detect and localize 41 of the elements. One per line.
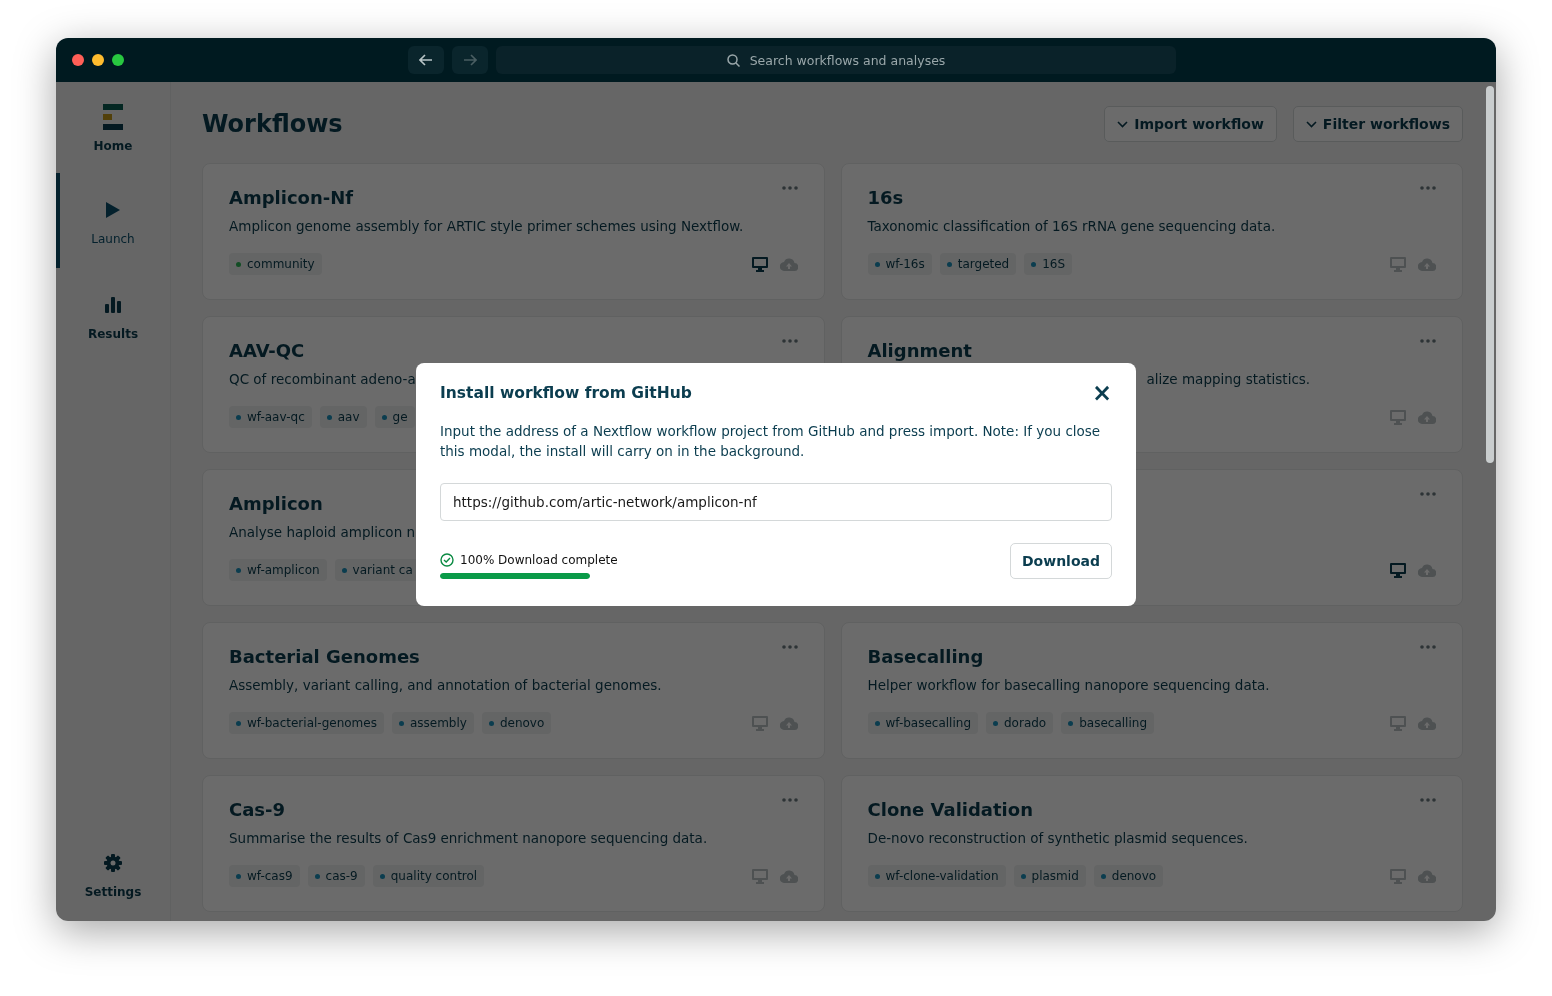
dialog-title: Install workflow from GitHub <box>440 384 692 402</box>
workflow-description: De-novo reconstruction of synthetic plasmid sequences. <box>867 830 1248 846</box>
workflow-description: Summarise the results of Cas9 enrichment nanopore sequencing data. <box>229 830 708 846</box>
workflow-title: Cas-9 <box>229 800 286 820</box>
tag: wf-clone-validation <box>867 865 1006 887</box>
workflow-title: Basecalling <box>867 647 984 667</box>
tag: ge <box>374 406 415 428</box>
tag: dorado <box>986 712 1054 734</box>
workflow-description: Helper workflow for basecalling nanopore sequencing data. <box>867 677 1270 693</box>
workflow-title: Amplicon-Nf <box>229 188 354 208</box>
tag: wf-basecalling <box>867 712 978 734</box>
tag: wf-aav-qc <box>229 406 312 428</box>
page-title: Workflows <box>202 110 344 138</box>
tag: wf-amplicon <box>229 559 327 581</box>
tag: cas-9 <box>307 865 365 887</box>
tag: quality control <box>372 865 485 887</box>
workflow-description: Analyse haploid amplicon n <box>229 524 416 540</box>
workflow-title: Clone Validation <box>867 800 1033 820</box>
tag: wf-bacterial-genomes <box>229 712 384 734</box>
workflow-description: QC of recombinant adeno-a <box>229 371 416 387</box>
workflow-description: Amplicon genome assembly for ARTIC style primer schemes using Nextflow. <box>229 218 744 234</box>
tag: wf-16s <box>867 253 932 275</box>
workflow-title: Amplicon <box>229 494 323 514</box>
tag: wf-cas9 <box>229 865 300 887</box>
tag: basecalling <box>1061 712 1154 734</box>
workflow-description: Assembly, variant calling, and annotation of bacterial genomes. <box>229 677 662 693</box>
workflow-title: 16s <box>867 188 904 208</box>
workflow-description: alize mapping statistics. <box>1146 371 1311 387</box>
tag: community <box>229 253 322 275</box>
tag: 16S <box>1024 253 1073 275</box>
workflow-description: Taxonomic classification of 16S rRNA gene sequencing data. <box>867 218 1276 234</box>
tag: denovo <box>1093 865 1164 887</box>
tag: denovo <box>481 712 552 734</box>
tag: assembly <box>391 712 474 734</box>
tag: aav <box>319 406 367 428</box>
workflow-title: Bacterial Genomes <box>229 647 420 667</box>
tag: targeted <box>939 253 1017 275</box>
workflow-title: Alignment <box>867 341 972 361</box>
download-status: 100% Download complete <box>460 553 618 567</box>
tag: plasmid <box>1013 865 1086 887</box>
workflow-title: AAV-QC <box>229 341 305 361</box>
